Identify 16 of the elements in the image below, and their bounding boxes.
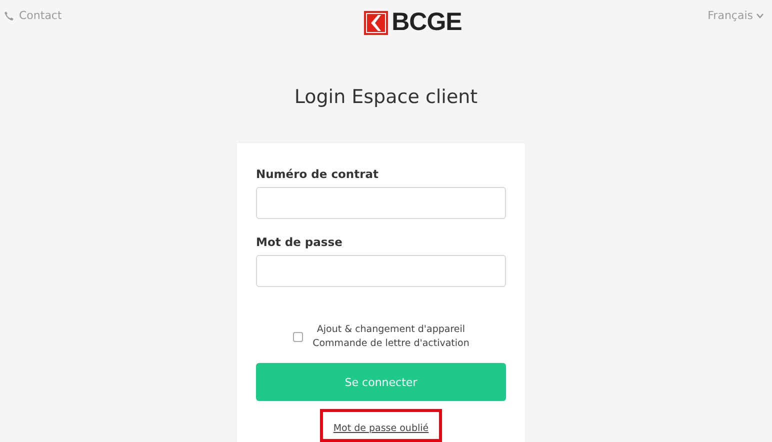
input-field[interactable] bbox=[256, 255, 506, 287]
caret-icon bbox=[756, 12, 764, 18]
checkbox-label: Commande de lettre d'activation bbox=[312, 337, 470, 351]
input-field[interactable] bbox=[256, 187, 506, 219]
checkbox[interactable] bbox=[292, 332, 303, 342]
checkbox-label: Ajout & changement d'appareil bbox=[316, 323, 466, 337]
phone-icon bbox=[4, 10, 14, 20]
language-selector[interactable]: Français bbox=[708, 9, 764, 22]
field-label: Numéro de contrat bbox=[256, 167, 380, 181]
login-button[interactable]: Se connecter bbox=[256, 363, 506, 401]
forgot-password-link[interactable]: Mot de passe oublié bbox=[333, 423, 429, 434]
contact-link[interactable]: Contact bbox=[4, 9, 62, 22]
logo-icon bbox=[364, 10, 388, 34]
page-title: Login Espace client bbox=[293, 86, 479, 108]
logo-text: BCGE bbox=[392, 8, 462, 37]
field-label: Mot de passe bbox=[256, 235, 344, 249]
